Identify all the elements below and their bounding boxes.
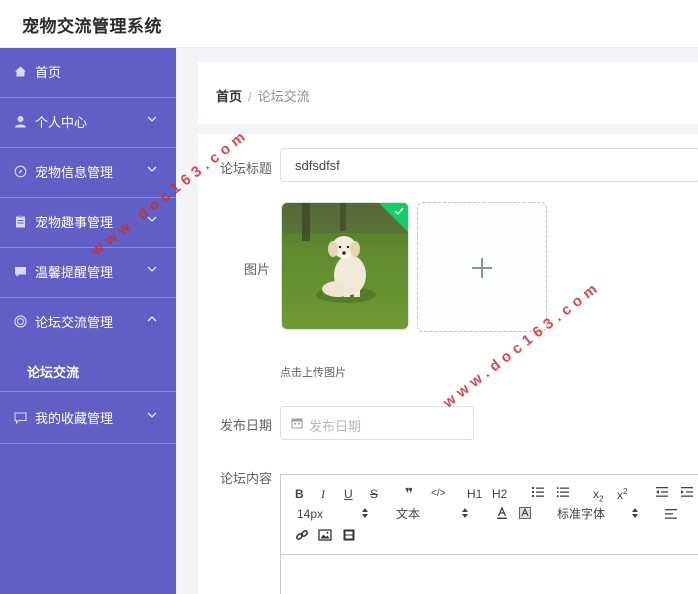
sidebar-item-label: 个人中心 xyxy=(35,115,88,130)
sidebar-item-pet-info[interactable]: 宠物信息管理 xyxy=(0,148,176,198)
sidebar-subitem-label: 论坛交流 xyxy=(27,365,80,380)
chevron-updown-icon xyxy=(461,507,469,522)
user-icon xyxy=(14,115,27,128)
top-header: 宠物交流管理系统 xyxy=(0,0,698,48)
heading1-button[interactable]: H1 xyxy=(467,487,482,501)
message-icon xyxy=(14,411,27,425)
subscript-button[interactable]: x2 xyxy=(593,487,603,506)
italic-button[interactable]: I xyxy=(321,487,325,501)
chevron-up-icon xyxy=(146,312,158,326)
chevron-updown-icon xyxy=(631,507,639,522)
breadcrumb: 首页 / 论坛交流 xyxy=(216,86,310,105)
title-label: 论坛标题 xyxy=(220,161,273,176)
superscript-button[interactable]: x2 xyxy=(617,485,627,502)
sidebar: 首页 个人中心 宠物信息管理 宠物趣事管理 温馨提醒管理 论坛交流管理 论坛交流… xyxy=(0,48,176,594)
ordered-list-icon[interactable] xyxy=(531,485,545,502)
sidebar-item-forum[interactable]: 论坛交流管理 xyxy=(0,298,176,348)
sidebar-item-label: 宠物趣事管理 xyxy=(35,215,114,230)
compass-icon xyxy=(14,165,27,178)
image-icon[interactable] xyxy=(318,528,332,545)
font-size-select[interactable]: 14px xyxy=(297,507,323,521)
dog-photo xyxy=(282,203,408,329)
underline-button[interactable]: U xyxy=(344,487,353,501)
chevron-down-icon xyxy=(146,162,158,176)
bullet-list-icon[interactable] xyxy=(556,485,570,502)
sidebar-item-favorites[interactable]: 我的收藏管理 xyxy=(0,394,176,444)
sidebar-subitem-forum[interactable]: 论坛交流 xyxy=(0,348,176,392)
breadcrumb-panel: 首页 / 论坛交流 xyxy=(198,62,698,124)
chevron-updown-icon xyxy=(361,507,369,522)
editor-toolbar: B I U S ❞ </> H1 H2 x2 x2 14px 文本 标准字体 xyxy=(281,475,698,555)
chevron-down-icon xyxy=(146,408,158,422)
comment-icon xyxy=(14,265,27,278)
sidebar-item-label: 温馨提醒管理 xyxy=(35,265,114,280)
upload-tip: 点击上传图片 xyxy=(280,367,346,379)
code-block-button[interactable]: </> xyxy=(431,487,445,501)
title-input-value: sdfsdfsf xyxy=(295,158,340,173)
sidebar-item-label: 宠物信息管理 xyxy=(35,165,114,180)
outdent-icon[interactable] xyxy=(655,485,669,502)
strikethrough-button[interactable]: S xyxy=(370,487,378,501)
image-label: 图片 xyxy=(244,262,271,277)
clipboard-icon xyxy=(14,215,27,228)
sidebar-item-profile[interactable]: 个人中心 xyxy=(0,98,176,148)
text-type-select[interactable]: 文本 xyxy=(396,507,420,521)
breadcrumb-home[interactable]: 首页 xyxy=(216,89,242,104)
date-placeholder: 发布日期 xyxy=(309,419,362,434)
upload-add-button[interactable] xyxy=(417,202,547,332)
video-icon[interactable] xyxy=(342,528,356,545)
link-icon[interactable] xyxy=(295,528,309,545)
indent-icon[interactable] xyxy=(680,485,694,502)
sidebar-item-home[interactable]: 首页 xyxy=(0,48,176,98)
uploaded-image-thumbnail[interactable] xyxy=(281,202,409,330)
breadcrumb-current: 论坛交流 xyxy=(257,89,310,104)
chevron-down-icon xyxy=(146,112,158,126)
home-icon xyxy=(14,65,27,78)
content-label: 论坛内容 xyxy=(220,471,273,486)
check-icon xyxy=(394,207,404,216)
font-family-select[interactable]: 标准字体 xyxy=(557,507,605,521)
heading2-button[interactable]: H2 xyxy=(492,487,507,501)
breadcrumb-separator: / xyxy=(248,89,252,104)
calendar-icon xyxy=(291,417,303,429)
blockquote-button[interactable]: ❞ xyxy=(405,486,413,500)
background-color-icon[interactable] xyxy=(518,506,532,523)
sidebar-item-label: 我的收藏管理 xyxy=(35,411,114,426)
app-title: 宠物交流管理系统 xyxy=(22,17,162,36)
date-picker[interactable]: 发布日期 xyxy=(280,406,474,440)
chevron-down-icon xyxy=(146,262,158,276)
title-input[interactable]: sdfsdfsf xyxy=(280,148,698,182)
sidebar-item-label: 论坛交流管理 xyxy=(35,315,114,330)
bold-button[interactable]: B xyxy=(295,487,304,501)
sidebar-item-label: 首页 xyxy=(35,65,62,80)
target-icon xyxy=(14,315,27,328)
font-color-icon[interactable] xyxy=(495,506,509,523)
rich-text-editor: B I U S ❞ </> H1 H2 x2 x2 14px 文本 标准字体 xyxy=(280,474,698,594)
align-icon[interactable] xyxy=(664,507,678,524)
date-label: 发布日期 xyxy=(220,418,273,433)
sidebar-item-reminders[interactable]: 温馨提醒管理 xyxy=(0,248,176,298)
forum-form: 论坛标题 sdfsdfsf 图片 点击上传图片 发布日期 发布日期 论坛内容 B… xyxy=(198,134,698,594)
